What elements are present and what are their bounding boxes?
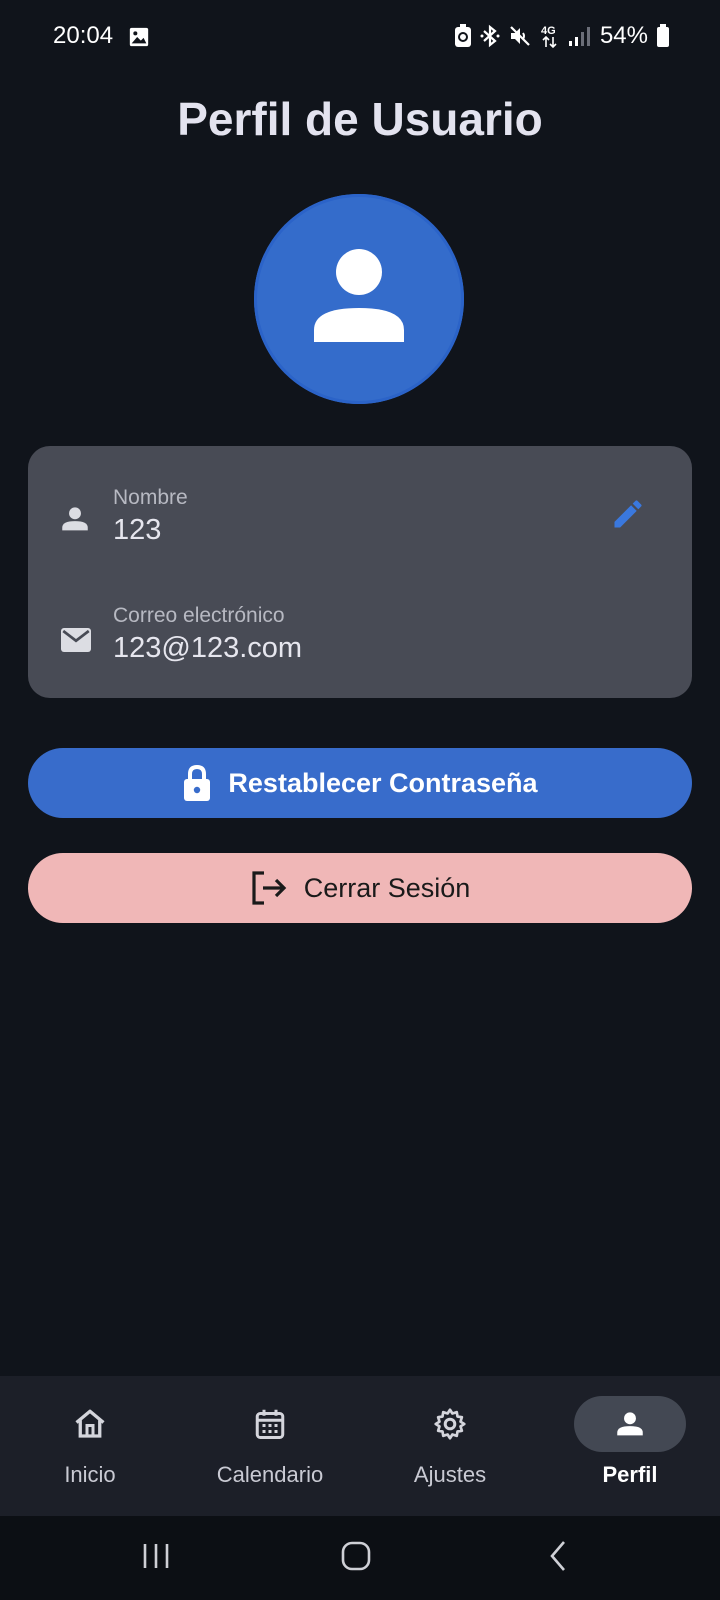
battery-icon <box>657 24 669 47</box>
nav-icon-container <box>34 1396 146 1452</box>
lock-icon <box>184 764 211 801</box>
signal-icon <box>568 27 590 46</box>
nav-label-perfil: Perfil <box>602 1462 658 1487</box>
name-row: Nombre 123 <box>28 474 692 564</box>
bottom-navigation: Inicio Calendario Ajustes Perfil <box>0 1376 720 1516</box>
person-icon <box>314 249 404 342</box>
email-row: Correo electrónico 123@123.com <box>28 594 692 684</box>
network-4g-icon: 4G <box>541 25 557 49</box>
avatar <box>254 194 464 404</box>
nav-label-inicio: Inicio <box>64 1462 116 1487</box>
reset-password-label: Restablecer Contraseña <box>228 767 538 798</box>
status-bar: 20:04 4G 54% <box>0 0 720 72</box>
name-value: 123 <box>113 514 162 546</box>
status-time: 20:04 <box>53 22 114 49</box>
nav-item-ajustes[interactable]: Ajustes <box>360 1376 540 1516</box>
edit-name-button[interactable] <box>610 496 646 532</box>
svg-text:4G: 4G <box>541 25 556 37</box>
mail-icon <box>61 628 91 652</box>
nav-label-calendario: Calendario <box>216 1462 324 1487</box>
name-label: Nombre <box>113 486 188 509</box>
back-icon[interactable] <box>540 1538 576 1574</box>
person-icon <box>617 1412 643 1436</box>
home-icon <box>75 1409 105 1438</box>
calendar-icon <box>255 1409 285 1439</box>
nav-item-inicio[interactable]: Inicio <box>0 1376 180 1516</box>
email-label: Correo electrónico <box>113 604 285 627</box>
nav-icon-container <box>394 1396 506 1452</box>
logout-label: Cerrar Sesión <box>303 872 471 903</box>
gallery-icon <box>129 27 149 47</box>
logout-icon <box>252 871 286 905</box>
bluetooth-icon <box>480 24 500 48</box>
recent-apps-icon[interactable] <box>138 1538 174 1574</box>
system-navigation-bar <box>0 1516 720 1600</box>
nav-icon-container-active <box>574 1396 686 1452</box>
page-title: Perfil de Usuario <box>177 93 543 145</box>
battery-percent: 54% <box>599 22 648 49</box>
home-button-icon[interactable] <box>338 1538 374 1574</box>
profile-info-card: Nombre 123 Correo electrónico 123@123.co… <box>28 446 692 698</box>
gear-icon <box>434 1408 466 1440</box>
status-icons: 4G 54% <box>454 20 670 52</box>
nav-label-ajustes: Ajustes <box>413 1462 487 1487</box>
email-value: 123@123.com <box>113 632 303 664</box>
mute-icon <box>510 26 530 46</box>
logout-button[interactable]: Cerrar Sesión <box>28 853 692 923</box>
reset-password-button[interactable]: Restablecer Contraseña <box>28 748 692 818</box>
battery-saver-icon <box>454 24 471 47</box>
nav-item-perfil[interactable]: Perfil <box>540 1376 720 1516</box>
person-icon <box>62 507 88 531</box>
nav-icon-container <box>214 1396 326 1452</box>
nav-item-calendario[interactable]: Calendario <box>180 1376 360 1516</box>
